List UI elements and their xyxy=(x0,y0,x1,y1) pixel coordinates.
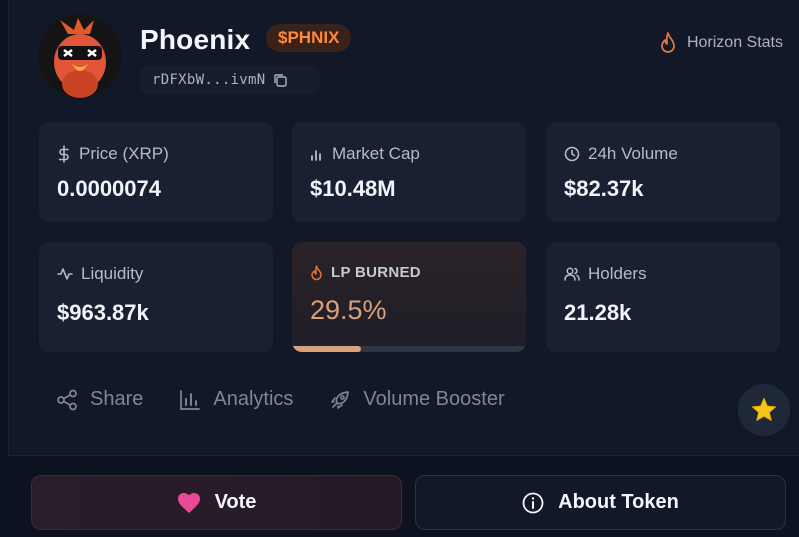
token-ticker-badge: $PHNIX xyxy=(266,24,352,52)
activity-icon xyxy=(57,268,73,280)
volume-booster-label: Volume Booster xyxy=(363,388,505,410)
token-name: Phoenix xyxy=(140,24,251,55)
stat-card-liquidity: Liquidity $963.87k xyxy=(39,242,273,352)
stat-card-market-cap: Market Cap $10.48M xyxy=(292,122,526,222)
dollar-icon xyxy=(58,145,69,163)
lp-burned-progress xyxy=(292,346,526,352)
copy-icon[interactable] xyxy=(273,73,288,87)
share-label: Share xyxy=(90,388,144,410)
info-icon xyxy=(522,492,544,513)
stat-card-holders: Holders 21.28k xyxy=(546,242,780,352)
about-token-label: About Token xyxy=(558,491,679,513)
stat-label: Holders xyxy=(588,264,647,283)
stat-value: $963.87k xyxy=(57,300,149,325)
vote-button[interactable]: Vote xyxy=(31,475,402,530)
flame-icon xyxy=(661,32,675,53)
stat-value: $10.48M xyxy=(310,176,396,201)
stat-value: 29.5% xyxy=(310,295,387,325)
stat-card-price: Price (XRP) 0.0000074 xyxy=(39,122,273,222)
lp-burned-progress-fill xyxy=(292,346,362,352)
action-row: Share Analytics Volume Booster xyxy=(56,388,505,411)
analytics-button[interactable]: Analytics xyxy=(179,388,293,411)
clock-icon xyxy=(564,146,580,162)
about-token-button[interactable]: About Token xyxy=(415,475,786,530)
stat-card-volume: 24h Volume $82.37k xyxy=(546,122,780,222)
vote-label: Vote xyxy=(214,491,257,513)
stat-label: 24h Volume xyxy=(588,144,678,163)
star-icon xyxy=(751,397,777,421)
rocket-icon xyxy=(331,390,350,409)
token-address[interactable]: rDFXbW...ivmN xyxy=(140,66,320,94)
provider-link[interactable]: Horizon Stats xyxy=(659,32,783,54)
heart-icon xyxy=(177,492,200,513)
volume-booster-button[interactable]: Volume Booster xyxy=(329,388,505,411)
bar-chart-icon xyxy=(311,150,321,161)
share-button[interactable]: Share xyxy=(56,388,143,411)
stat-label: Liquidity xyxy=(81,264,144,283)
stat-value: 0.0000074 xyxy=(57,176,161,201)
stat-label: Price (XRP) xyxy=(79,144,169,163)
share-icon xyxy=(57,389,77,410)
stat-label: Market Cap xyxy=(332,144,420,163)
analytics-icon xyxy=(180,389,201,410)
stat-value: $82.37k xyxy=(564,176,644,201)
address-text: rDFXbW...ivmN xyxy=(152,72,266,88)
stat-label: LP BURNED xyxy=(331,264,421,281)
stat-value: 21.28k xyxy=(564,300,632,325)
favorite-button[interactable] xyxy=(738,384,790,436)
stat-card-lp-burned: LP BURNED 29.5% xyxy=(292,242,526,352)
token-avatar xyxy=(38,14,122,98)
users-icon xyxy=(564,267,580,281)
phoenix-avatar-image xyxy=(38,14,122,98)
analytics-label: Analytics xyxy=(213,388,294,410)
provider-label: Horizon Stats xyxy=(686,34,783,51)
flame-icon xyxy=(311,264,322,280)
